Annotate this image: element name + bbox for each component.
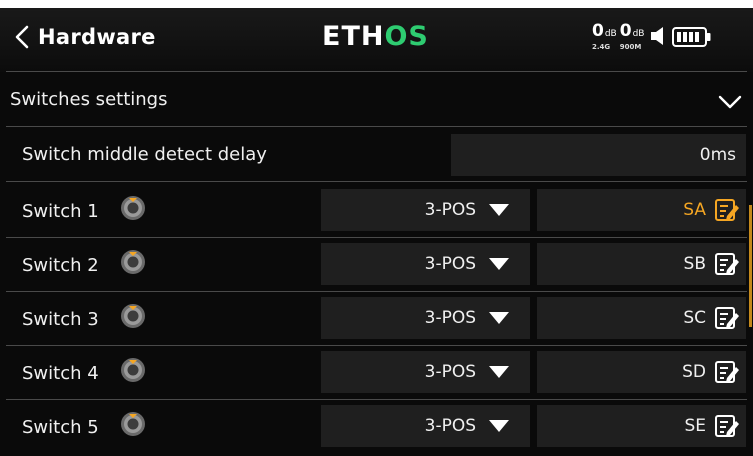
switch-knob-icon <box>121 250 145 274</box>
rf1-value: 0 <box>592 21 604 41</box>
switch-label: Switch 3 <box>22 309 99 330</box>
switch-label: Switch 5 <box>22 417 99 438</box>
switch-knob-icon <box>121 412 145 436</box>
logo-eth: ETH <box>322 21 385 52</box>
section-label: Switches settings <box>10 89 168 110</box>
switch-label: Switch 4 <box>22 363 99 384</box>
switch-type-select[interactable]: 3-POS <box>321 351 530 393</box>
back-button[interactable]: Hardware <box>14 18 174 56</box>
switch-type-value: 3-POS <box>424 308 476 328</box>
separator <box>6 399 747 400</box>
switch-label: Switch 2 <box>22 255 99 276</box>
switch-name-field[interactable]: SA <box>537 189 746 231</box>
dropdown-triangle-icon <box>489 366 509 378</box>
switch-name-value: SA <box>683 200 706 220</box>
screen: Hardware ETHOS 0dB 2.4G 0dB 900M Switche… <box>0 0 753 456</box>
switch-knob-icon <box>121 304 145 328</box>
separator <box>6 345 747 346</box>
delay-value-field[interactable]: 0ms <box>451 134 746 176</box>
edit-icon <box>715 361 739 383</box>
page-title: Hardware <box>38 25 156 49</box>
switch-name-value: SE <box>684 416 706 436</box>
switch-name-value: SD <box>682 362 706 382</box>
edit-icon <box>715 199 739 221</box>
rf1-unit: dB <box>604 29 617 39</box>
switch-name-field[interactable]: SB <box>537 243 746 285</box>
rf2-band: 900M <box>619 43 642 51</box>
status-area: 0dB 2.4G 0dB 900M <box>592 22 712 52</box>
switches-settings-header[interactable]: Switches settings <box>0 76 753 126</box>
delay-label: Switch middle detect delay <box>22 144 267 165</box>
edit-icon <box>715 253 739 275</box>
switch-name-value: SC <box>683 308 706 328</box>
switch-type-select[interactable]: 3-POS <box>321 405 530 447</box>
rf-2g4-status: 0dB 2.4G <box>592 22 617 51</box>
speaker-icon <box>651 27 664 45</box>
rf2-value: 0 <box>619 21 632 41</box>
separator <box>6 181 747 182</box>
logo-os: OS <box>384 21 429 52</box>
dropdown-triangle-icon <box>489 258 509 270</box>
switch-name-field[interactable]: SD <box>537 351 746 393</box>
switch-type-value: 3-POS <box>424 254 476 274</box>
switch-type-value: 3-POS <box>424 362 476 382</box>
rf1-band: 2.4G <box>592 43 611 51</box>
dropdown-triangle-icon <box>489 420 509 432</box>
switch-name-field[interactable]: SC <box>537 297 746 339</box>
dropdown-triangle-icon <box>489 312 509 324</box>
switch-knob-icon <box>121 358 145 382</box>
switch-knob-icon <box>121 196 145 220</box>
rf2-unit: dB <box>632 29 645 39</box>
switch-name-value: SB <box>683 254 706 274</box>
scrollbar[interactable] <box>749 205 752 327</box>
switch-type-select[interactable]: 3-POS <box>321 189 530 231</box>
header-bar: Hardware ETHOS 0dB 2.4G 0dB 900M <box>0 0 753 72</box>
chevron-down-icon <box>718 95 742 109</box>
delay-value: 0ms <box>699 145 736 165</box>
switch-type-select[interactable]: 3-POS <box>321 297 530 339</box>
separator <box>6 237 747 238</box>
battery-icon <box>672 27 711 47</box>
back-arrow-icon <box>15 25 29 49</box>
switch-name-field[interactable]: SE <box>537 405 746 447</box>
edit-icon <box>715 307 739 329</box>
dropdown-triangle-icon <box>489 204 509 216</box>
edit-icon <box>715 415 739 437</box>
separator <box>6 71 747 72</box>
rf-900m-status: 0dB 900M <box>620 22 645 51</box>
separator <box>6 291 747 292</box>
ethos-logo: ETHOS <box>322 22 429 52</box>
switch-type-value: 3-POS <box>424 416 476 436</box>
switch-type-select[interactable]: 3-POS <box>321 243 530 285</box>
switch-label: Switch 1 <box>22 201 99 222</box>
separator <box>6 126 747 127</box>
switch-type-value: 3-POS <box>424 200 476 220</box>
top-strip <box>0 0 753 8</box>
